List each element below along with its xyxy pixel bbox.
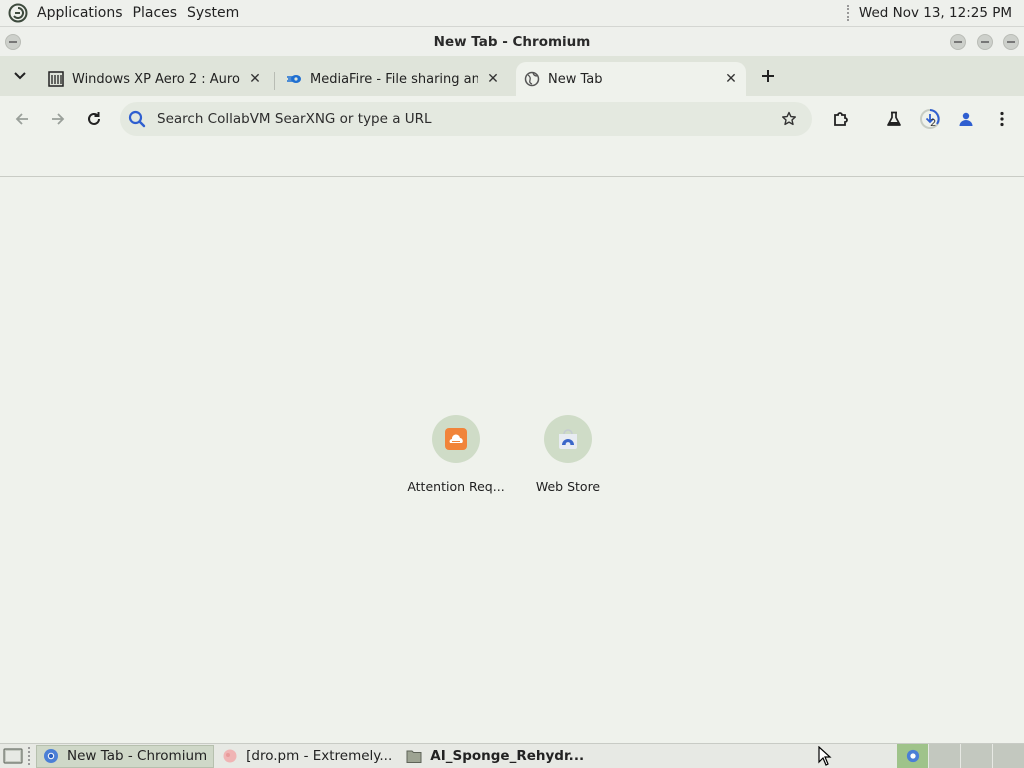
bookmarks-bar xyxy=(0,142,1024,177)
chevron-down-icon xyxy=(14,72,26,80)
shortcut-tile xyxy=(544,415,592,463)
taskbar: New Tab - Chromium [dro.pm - Extremely..… xyxy=(0,743,1024,768)
tab-new-tab[interactable]: New Tab ✕ xyxy=(516,62,746,96)
menu-button[interactable] xyxy=(990,107,1014,131)
tab-title: MediaFire - File sharing and xyxy=(310,71,478,87)
task-label: New Tab - Chromium xyxy=(67,748,208,764)
arrow-right-icon xyxy=(52,113,65,125)
close-window-button[interactable] xyxy=(1003,34,1019,50)
cloudflare-icon xyxy=(445,428,467,450)
shortcut-tile xyxy=(432,415,480,463)
workspace-3[interactable] xyxy=(960,744,992,768)
omnibox-placeholder: Search CollabVM SearXNG or type a URL xyxy=(157,111,432,127)
folder-icon xyxy=(406,750,422,763)
puzzle-icon xyxy=(834,112,848,126)
kebab-menu-icon xyxy=(1000,111,1004,127)
system-menu[interactable]: System xyxy=(182,5,244,21)
new-tab-page: Attention Req... Web Store xyxy=(0,177,1024,743)
chromium-icon xyxy=(44,749,58,763)
maximize-button[interactable] xyxy=(977,34,993,50)
downloads-count: 2 xyxy=(930,118,937,129)
omnibox[interactable]: Search CollabVM SearXNG or type a URL xyxy=(120,102,812,136)
browser-toolbar: Search CollabVM SearXNG or type a URL 2 xyxy=(0,96,1024,142)
tab-title: New Tab xyxy=(548,71,603,87)
workspace-1[interactable] xyxy=(896,744,928,768)
webstore-icon xyxy=(559,429,577,449)
reload-button[interactable] xyxy=(82,107,106,131)
shortcut-label: Web Store xyxy=(535,479,601,494)
desktop: Applications Places System Wed Nov 13, 1… xyxy=(0,0,1024,768)
mediafire-icon xyxy=(287,75,301,83)
flask-icon xyxy=(887,111,901,126)
show-desktop-icon[interactable] xyxy=(2,746,24,766)
debian-logo-icon[interactable] xyxy=(8,3,28,23)
window-titlebar[interactable]: New Tab - Chromium xyxy=(0,27,1024,56)
workspace-switcher xyxy=(896,744,1024,768)
panel-separator xyxy=(846,5,851,21)
tab-strip: Windows XP Aero 2 : Aurora ✕ MediaFire -… xyxy=(0,56,1024,96)
tab-windows-xp-aero[interactable]: Windows XP Aero 2 : Aurora ✕ xyxy=(40,62,270,96)
person-icon xyxy=(959,112,973,126)
close-icon[interactable]: ✕ xyxy=(246,70,264,88)
chromium-icon xyxy=(906,749,919,763)
bookmark-star-icon[interactable] xyxy=(778,108,800,130)
back-button[interactable] xyxy=(10,107,34,131)
archive-icon xyxy=(48,71,64,87)
workspace-2[interactable] xyxy=(928,744,960,768)
taskbar-item-folder[interactable]: AI_Sponge_Rehydr... xyxy=(400,745,590,768)
new-tab-button[interactable] xyxy=(756,66,780,86)
workspace-4[interactable] xyxy=(992,744,1024,768)
close-icon[interactable]: ✕ xyxy=(722,70,740,88)
downloads-button[interactable]: 2 xyxy=(918,107,942,131)
shortcut-web-store[interactable]: Web Store xyxy=(512,415,624,494)
minimize-button[interactable] xyxy=(950,34,966,50)
taskbar-item-chromium[interactable]: New Tab - Chromium xyxy=(36,744,215,768)
extensions-button[interactable] xyxy=(829,107,853,131)
clock[interactable]: Wed Nov 13, 12:25 PM xyxy=(859,5,1012,21)
search-icon xyxy=(128,110,146,128)
globe-icon xyxy=(524,71,540,87)
app-icon xyxy=(223,749,237,763)
taskbar-item-dro-pm[interactable]: [dro.pm - Extremely... xyxy=(216,745,398,768)
forward-button[interactable] xyxy=(46,107,70,131)
labs-button[interactable] xyxy=(882,107,906,131)
close-icon[interactable]: ✕ xyxy=(484,70,502,88)
task-label: [dro.pm - Extremely... xyxy=(246,748,393,764)
profile-button[interactable] xyxy=(954,107,978,131)
tab-mediafire[interactable]: MediaFire - File sharing and ✕ xyxy=(278,62,508,96)
window-menu-button[interactable] xyxy=(5,34,21,50)
window-title: New Tab - Chromium xyxy=(433,33,591,50)
task-label: AI_Sponge_Rehydr... xyxy=(430,748,585,764)
applications-menu[interactable]: Applications xyxy=(32,5,128,21)
reload-icon xyxy=(88,112,100,125)
arrow-left-icon xyxy=(15,113,28,125)
shortcut-attention-required[interactable]: Attention Req... xyxy=(400,415,512,494)
mouse-cursor-icon xyxy=(818,746,832,766)
places-menu[interactable]: Places xyxy=(128,5,183,21)
plus-icon xyxy=(762,70,774,82)
shortcut-label: Attention Req... xyxy=(407,479,505,494)
tab-search-button[interactable] xyxy=(10,66,30,86)
tab-title: Windows XP Aero 2 : Aurora xyxy=(72,71,240,87)
top-panel: Applications Places System Wed Nov 13, 1… xyxy=(0,0,1024,27)
